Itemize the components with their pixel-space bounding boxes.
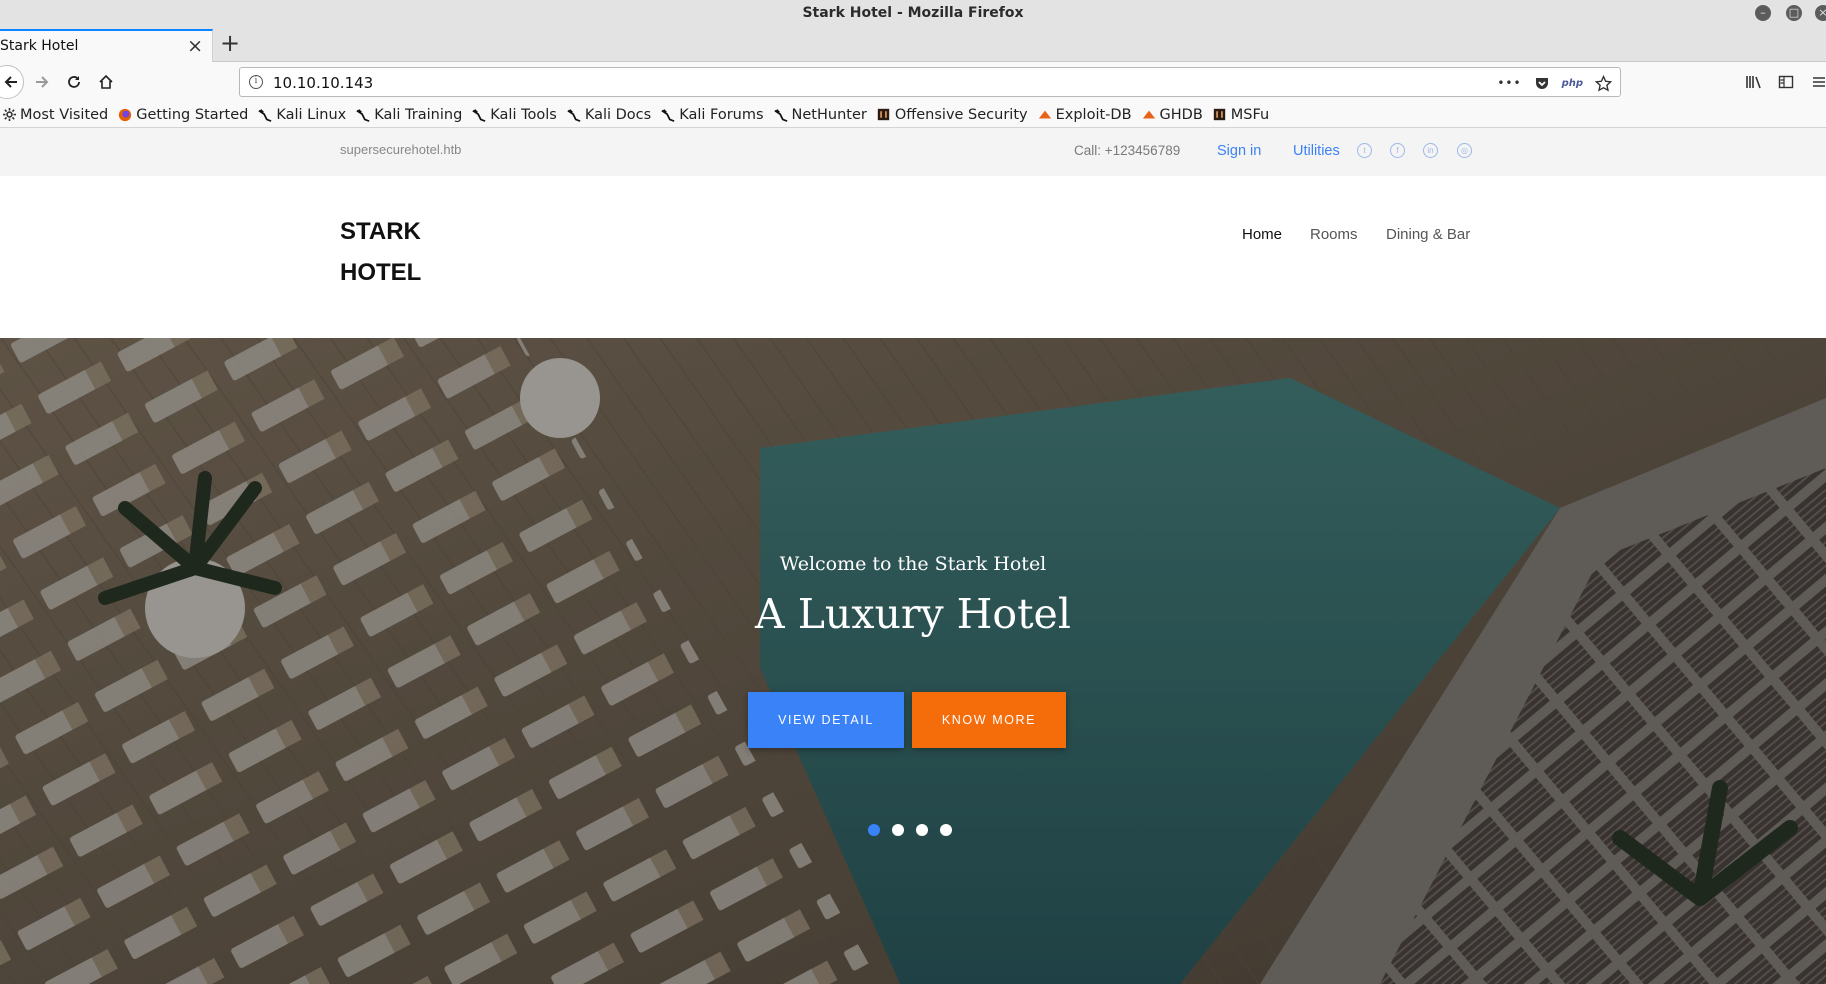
bookmark-kali-forums[interactable]: Kali Forums (661, 106, 764, 123)
offsec-icon (1213, 108, 1227, 122)
site-top-bar: supersecurehotel.htb Call: +123456789 Si… (0, 128, 1826, 176)
library-icon (1746, 76, 1761, 89)
window-titlebar: Stark Hotel - Mozilla Firefox – □ × (0, 0, 1826, 28)
forward-button[interactable] (30, 70, 54, 94)
bookmark-label: Getting Started (136, 106, 249, 123)
hero-subtitle: Welcome to the Stark Hotel (779, 553, 1047, 575)
bookmark-label: Most Visited (20, 106, 109, 123)
bookmark-ghdb[interactable]: GHDB (1142, 107, 1203, 123)
kali-dragon-icon (661, 108, 675, 122)
logo-line-1: STARK (340, 218, 421, 245)
navigation-toolbar: i 10.10.10.143 ••• php (0, 62, 1826, 102)
bookmark-label: Kali Linux (276, 106, 347, 123)
firefox-icon (118, 108, 132, 122)
home-icon (99, 74, 113, 89)
minimize-icon[interactable]: – (1755, 5, 1771, 21)
reload-button[interactable] (62, 70, 86, 94)
nav-home[interactable]: Home (1242, 226, 1282, 243)
bookmark-msfu[interactable]: MSFu (1213, 107, 1269, 123)
kali-dragon-icon (472, 108, 486, 122)
bookmark-label: Kali Tools (490, 106, 557, 123)
instagram-icon[interactable]: ◎ (1457, 143, 1472, 158)
maximize-icon[interactable]: □ (1786, 5, 1802, 21)
bookmark-kali-docs[interactable]: Kali Docs (567, 107, 651, 123)
slider-dot-4[interactable] (940, 824, 952, 836)
sidebar-icon (1778, 75, 1794, 89)
window-title: Stark Hotel - Mozilla Firefox (802, 5, 1024, 21)
bookmark-getting-started[interactable]: Getting Started (118, 107, 248, 123)
bookmark-kali-linux[interactable]: Kali Linux (258, 107, 346, 123)
offsec-icon (877, 108, 891, 122)
url-text[interactable]: 10.10.10.143 (273, 74, 373, 92)
bookmark-label: Kali Docs (584, 106, 652, 123)
site-header: STARK HOTEL Home Rooms Dining & Bar (0, 176, 1826, 338)
tab-stark-hotel[interactable]: Stark Hotel × (0, 29, 213, 62)
close-window-icon[interactable]: × (1815, 5, 1826, 21)
sign-in-link[interactable]: Sign in (1217, 143, 1261, 159)
exploitdb-icon (1038, 108, 1052, 122)
bookmark-label: Exploit-DB (1055, 106, 1132, 123)
bookmark-label: Kali Training (374, 106, 463, 123)
hamburger-menu-icon (1813, 77, 1825, 87)
hero-slider: Welcome to the Stark Hotel A Luxury Hote… (0, 338, 1826, 984)
library-button[interactable] (1742, 70, 1766, 94)
back-button[interactable] (0, 65, 24, 99)
bookmark-exploit-db[interactable]: Exploit-DB (1038, 107, 1132, 123)
menu-button[interactable] (1807, 70, 1826, 94)
page-actions-icon[interactable]: ••• (1497, 76, 1521, 90)
view-detail-button[interactable]: VIEW DETAIL (748, 692, 904, 748)
gear-icon (2, 108, 16, 122)
slider-dot-1[interactable] (868, 824, 880, 836)
bookmark-kali-tools[interactable]: Kali Tools (472, 107, 557, 123)
site-info-icon[interactable]: i (249, 75, 263, 89)
reload-icon (68, 76, 80, 88)
bookmark-label: MSFu (1230, 106, 1270, 123)
tab-bar: Stark Hotel × (0, 28, 1826, 62)
hero-background-image (0, 338, 1826, 984)
nav-rooms[interactable]: Rooms (1310, 226, 1358, 243)
hero-title: A Luxury Hotel (755, 590, 1071, 638)
twitter-icon[interactable]: t (1357, 143, 1372, 158)
site-logo[interactable]: STARK HOTEL (340, 211, 460, 293)
back-arrow-icon (4, 76, 17, 88)
url-bar[interactable]: i 10.10.10.143 ••• php (239, 67, 1621, 97)
bookmark-label: Kali Forums (679, 106, 764, 123)
bookmark-most-visited[interactable]: Most Visited (2, 107, 108, 123)
tab-label: Stark Hotel (0, 38, 79, 54)
kali-dragon-icon (567, 108, 581, 122)
bookmark-label: NetHunter (791, 106, 867, 123)
linkedin-icon[interactable]: in (1423, 143, 1438, 158)
kali-dragon-icon (773, 108, 788, 122)
kali-dragon-icon (356, 108, 370, 122)
call-number: Call: +123456789 (1074, 143, 1181, 158)
bookmark-offensive-security[interactable]: Offensive Security (877, 107, 1028, 123)
home-button[interactable] (94, 70, 118, 94)
bookmark-star-icon[interactable] (1595, 74, 1612, 92)
facebook-icon[interactable]: f (1390, 143, 1405, 158)
slider-dot-3[interactable] (916, 824, 928, 836)
bookmark-kali-training[interactable]: Kali Training (356, 107, 462, 123)
exploitdb-icon (1142, 108, 1156, 122)
bookmark-label: Offensive Security (894, 106, 1028, 123)
new-tab-button[interactable]: + (220, 31, 240, 55)
nav-dining-bar[interactable]: Dining & Bar (1386, 226, 1470, 243)
kali-dragon-icon (258, 108, 272, 122)
logo-line-2: HOTEL (340, 259, 422, 286)
php-extension-icon[interactable]: php (1562, 78, 1583, 89)
bookmark-label: GHDB (1159, 106, 1203, 123)
bookmarks-toolbar: Most Visited Getting Started Kali Linux Kal… (0, 102, 1826, 128)
bookmark-nethunter[interactable]: NetHunter (773, 106, 867, 123)
sidebar-button[interactable] (1774, 70, 1798, 94)
pocket-icon[interactable] (1534, 75, 1550, 91)
tab-close-icon[interactable]: × (187, 35, 203, 57)
know-more-button[interactable]: KNOW MORE (912, 692, 1066, 748)
forward-arrow-icon (36, 76, 49, 88)
site-domain: supersecurehotel.htb (340, 142, 462, 157)
utilities-link[interactable]: Utilities (1293, 143, 1340, 159)
slider-dot-2[interactable] (892, 824, 904, 836)
